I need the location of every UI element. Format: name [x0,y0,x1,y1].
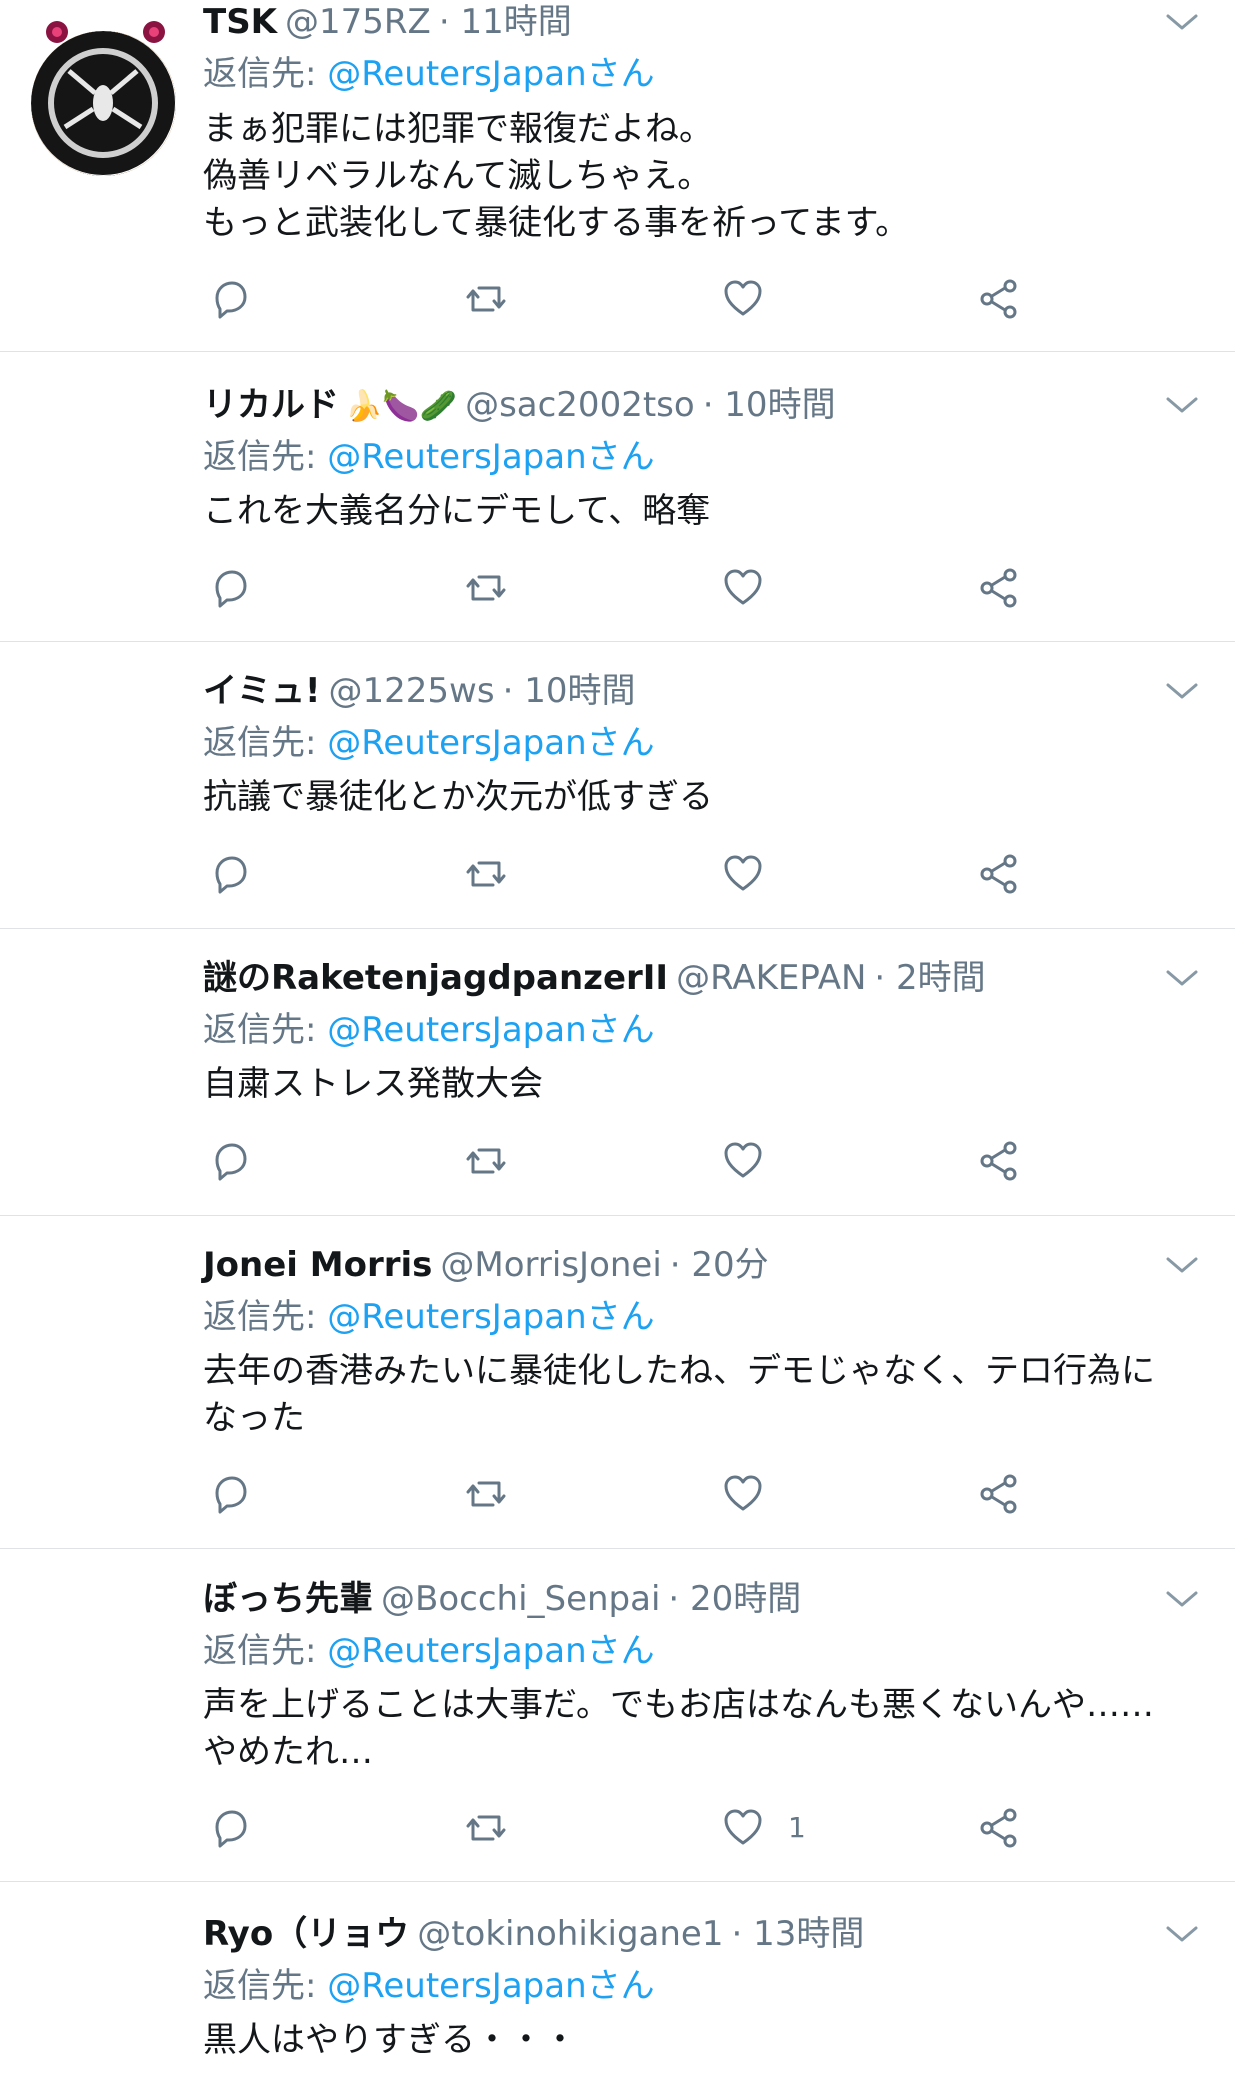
retweet-icon[interactable] [463,1471,509,1517]
tweet-text: 黒人はやりすぎる・・・ [203,2020,577,2060]
reply-context: 返信先: @ReutersJapanさん [203,1295,655,1339]
tweet-header: Ryo（リョウ @tokinohikigane1 · 13時間 [203,1912,864,1956]
reply-mention[interactable]: @ReutersJapanさん [327,723,654,763]
reply-context: 返信先: @ReutersJapanさん [203,1008,655,1052]
heart-icon[interactable] [720,1805,766,1851]
reply-prefix: 返信先: [203,1966,317,2006]
retweet-icon[interactable] [463,851,509,897]
reply-prefix: 返信先: [203,723,317,763]
reply-feed: TSK @175RZ · 11時間 返信先: @ReutersJapanさん まぁ犯罪に… [0,0,1235,2060]
heart-icon[interactable] [720,276,766,322]
handle[interactable]: @MorrisJonei [440,1245,661,1285]
reply-prefix: 返信先: [203,1010,317,1050]
reply-prefix: 返信先: [203,437,317,477]
heart-icon[interactable] [720,1138,766,1184]
like-count: 1 [788,1811,806,1844]
name-emojis: 🍌🍆🥒 [345,389,458,424]
tweet-text: まぁ犯罪には犯罪で報復だよね。 偽善リベラルなんて滅しちゃえ。 もっと武装化して… [203,109,910,243]
tweet-header: リカルド 🍌🍆🥒 @sac2002tso · 10時間 [203,383,836,427]
reply-mention[interactable]: @ReutersJapanさん [327,54,654,94]
handle[interactable]: @sac2002tso [465,385,695,425]
retweet-icon[interactable] [463,565,509,611]
timestamp[interactable]: · 13時間 [731,1914,864,1954]
share-icon[interactable] [976,1471,1022,1517]
handle[interactable]: @175RZ [285,2,431,42]
tweet-text: 去年の香港みたいに暴徒化したね、デモじゃなく、テロ行為に なった [203,1351,1155,1438]
avatar[interactable] [31,31,176,176]
reply-mention[interactable]: @ReutersJapanさん [327,1010,654,1050]
tweet-text: これを大義名分にデモして、略奪 [203,491,711,531]
tweet-header: ぼっち先輩 @Bocchi_Senpai · 20時間 [203,1577,801,1621]
display-name[interactable]: リカルド [203,385,339,425]
chevron-down-icon[interactable] [1162,393,1202,417]
reply-icon[interactable] [207,1471,253,1517]
reply-context: 返信先: @ReutersJapanさん [203,1629,655,1673]
handle[interactable]: @tokinohikigane1 [417,1914,723,1954]
reply-icon[interactable] [207,1805,253,1851]
tweet-header: TSK @175RZ · 11時間 [203,0,572,44]
reply-context: 返信先: @ReutersJapanさん [203,1964,655,2008]
display-name[interactable]: イミュ! [203,671,321,711]
handle[interactable]: @RAKEPAN [676,958,866,998]
chevron-down-icon[interactable] [1162,1587,1202,1611]
chevron-down-icon[interactable] [1162,1253,1202,1277]
chevron-down-icon[interactable] [1162,966,1202,990]
timestamp[interactable]: · 20分 [670,1245,769,1285]
tweet-text: 抗議で暴徒化とか次元が低すぎる [203,777,713,817]
chevron-down-icon[interactable] [1162,10,1202,34]
heart-icon[interactable] [720,1471,766,1517]
share-icon[interactable] [976,1805,1022,1851]
reply-context: 返信先: @ReutersJapanさん [203,721,655,765]
share-icon[interactable] [976,565,1022,611]
tweet-text: 声を上げることは大事だ。でもお店はなんも悪くないんや…… やめたれ… [203,1685,1154,1772]
reply-prefix: 返信先: [203,1631,317,1671]
tweet-header: Jonei Morris @MorrisJonei · 20分 [203,1243,769,1287]
heart-icon[interactable] [720,851,766,897]
reply-icon[interactable] [207,851,253,897]
handle[interactable]: @Bocchi_Senpai [381,1579,660,1619]
display-name[interactable]: TSK [203,2,277,42]
tweet-text: 自粛ストレス発散大会 [203,1064,543,1104]
reply-icon[interactable] [207,1138,253,1184]
retweet-icon[interactable] [463,1138,509,1184]
share-icon[interactable] [976,1138,1022,1184]
heart-icon[interactable] [720,565,766,611]
chevron-down-icon[interactable] [1162,679,1202,703]
handle[interactable]: @1225ws [329,671,495,711]
timestamp[interactable]: · 2時間 [874,958,985,998]
display-name[interactable]: 謎のRaketenjagdpanzerII [203,958,668,998]
timestamp[interactable]: · 10時間 [503,671,636,711]
tweet-header: イミュ! @1225ws · 10時間 [203,669,635,713]
timestamp[interactable]: · 20時間 [668,1579,801,1619]
reply-prefix: 返信先: [203,1297,317,1337]
reply-mention[interactable]: @ReutersJapanさん [327,1966,654,2006]
share-icon[interactable] [976,276,1022,322]
tweet-header: 謎のRaketenjagdpanzerII @RAKEPAN · 2時間 [203,956,986,1000]
reply-prefix: 返信先: [203,54,317,94]
reply-mention[interactable]: @ReutersJapanさん [327,437,654,477]
retweet-icon[interactable] [463,276,509,322]
reply-mention[interactable]: @ReutersJapanさん [327,1297,654,1337]
display-name[interactable]: Ryo（リョウ [203,1914,409,1954]
display-name[interactable]: ぼっち先輩 [203,1579,373,1619]
reply-icon[interactable] [207,565,253,611]
display-name[interactable]: Jonei Morris [203,1245,432,1285]
share-icon[interactable] [976,851,1022,897]
reply-icon[interactable] [207,276,253,322]
reply-context: 返信先: @ReutersJapanさん [203,435,655,479]
retweet-icon[interactable] [463,1805,509,1851]
reply-mention[interactable]: @ReutersJapanさん [327,1631,654,1671]
chevron-down-icon[interactable] [1162,1922,1202,1946]
reply-context: 返信先: @ReutersJapanさん [203,52,655,96]
timestamp[interactable]: · 10時間 [703,385,836,425]
timestamp[interactable]: · 11時間 [439,2,572,42]
